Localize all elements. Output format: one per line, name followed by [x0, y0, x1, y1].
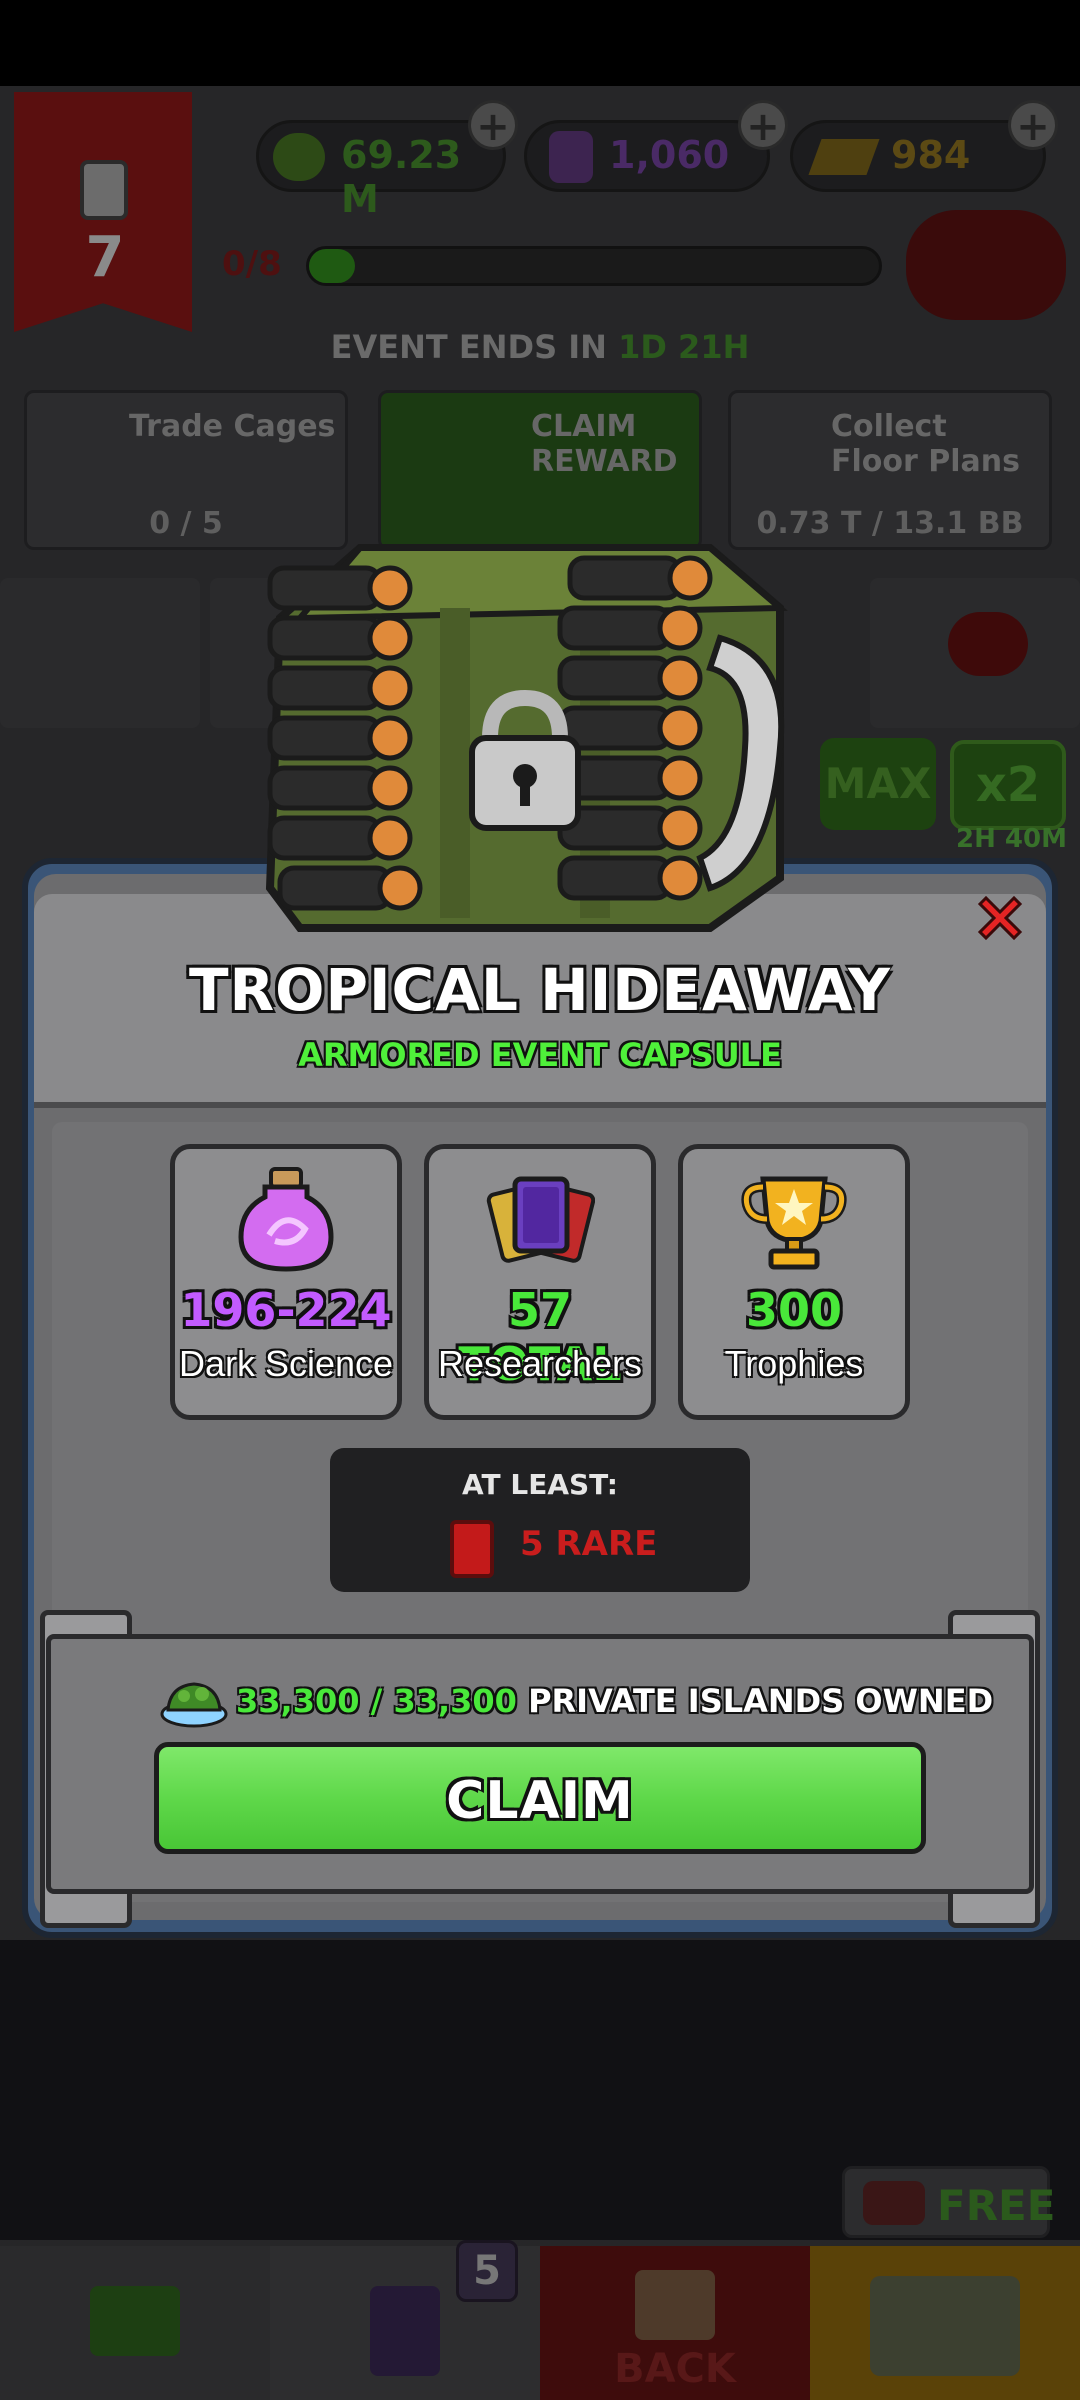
modal-title: TROPICAL HIDEAWAY [188, 956, 892, 1024]
building-icon [635, 2270, 715, 2340]
progress-fill [309, 249, 355, 283]
flag-icon [90, 2286, 180, 2356]
gold-value: 984 [891, 133, 971, 177]
cash-icon [273, 133, 325, 181]
nav-missions-tab[interactable] [0, 2246, 270, 2400]
islands-owned-label: PRIVATE ISLANDS OWNED [528, 1682, 994, 1720]
event-days: 1D [618, 328, 667, 366]
progress-bar [306, 246, 882, 286]
claim-label: CLAIM [446, 1771, 634, 1831]
islands-owned: 33,300 / 33,300 PRIVATE ISLANDS OWNED [236, 1682, 993, 1732]
trophies-amount: 300 [745, 1283, 843, 1337]
reward-card-researchers: 57 TOTAL Researchers [424, 1144, 656, 1420]
event-timer: EVENT ENDS IN 1D 21H [0, 328, 1080, 366]
level-number: 7 [85, 225, 125, 290]
capsule-chest-icon [870, 2276, 1020, 2376]
add-gold-button[interactable]: + [1008, 100, 1058, 150]
progress-label: 0/8 [222, 244, 282, 284]
lab-icon [80, 160, 128, 220]
dark-science-pill: 1,060 [524, 120, 770, 192]
researcher-cards-icon [486, 1176, 595, 1263]
rare-card-icon [450, 1520, 494, 1578]
rare-count: 5 RARE [520, 1524, 658, 1564]
modal-subtitle: ARMORED EVENT CAPSULE [298, 1036, 782, 1074]
reward-card-trophies: 300 Trophies [678, 1144, 910, 1420]
islands-owned-count: 33,300 / 33,300 [236, 1682, 517, 1720]
free-capsule-badge[interactable]: FREE [842, 2166, 1055, 2238]
capsule-icon [863, 2181, 925, 2225]
gold-laurel-icon[interactable] [906, 210, 1066, 320]
alarm-button[interactable] [948, 612, 1028, 676]
task-title: Trade Cages [129, 409, 336, 444]
x2-timer: 2H 40M [956, 824, 1067, 854]
ammo-belt-left [267, 565, 423, 911]
close-icon [977, 895, 1023, 941]
researchers-label: Researchers [437, 1343, 643, 1384]
dark-science-jar-icon [238, 1167, 334, 1272]
x2-boost-button[interactable]: x2 [950, 740, 1066, 830]
cards-icon [370, 2286, 440, 2376]
gold-pill: 984 [790, 120, 1046, 192]
nav-back-label: BACK [614, 2346, 736, 2392]
reward-card-dark-science: 196-224 Dark Science [170, 1144, 402, 1420]
task-title: CLAIM REWARD [531, 409, 678, 479]
claim-button[interactable]: CLAIM [154, 1742, 926, 1854]
dark-science-amount: 196-224 [180, 1283, 392, 1337]
guaranteed-rare-box: AT LEAST: 5 RARE [330, 1448, 750, 1592]
room-slot[interactable] [0, 578, 200, 728]
trophies-label: Trophies [724, 1343, 864, 1384]
add-dark-science-button[interactable]: + [738, 100, 788, 150]
ammo-belt-right [557, 555, 713, 901]
status-bar [0, 0, 1080, 86]
gold-icon [808, 139, 880, 175]
armored-capsule-illustration [265, 544, 788, 932]
dark-science-icon [549, 131, 593, 183]
nav-capsules-tab[interactable] [810, 2246, 1080, 2400]
event-ends-label: EVENT ENDS IN [330, 328, 607, 366]
trophy-icon [741, 1176, 847, 1270]
add-cash-button[interactable]: + [468, 100, 518, 150]
dark-science-label: Dark Science [178, 1343, 394, 1384]
private-island-icon [160, 1682, 228, 1728]
free-label: FREE [937, 2181, 1056, 2230]
dark-science-value: 1,060 [609, 133, 730, 177]
close-button[interactable] [970, 888, 1030, 948]
task-title: Collect Floor Plans [831, 409, 1020, 479]
at-least-label: AT LEAST: [462, 1468, 618, 1501]
event-hours: 21H [678, 328, 750, 366]
nav-badge-count: 5 [456, 2240, 518, 2302]
